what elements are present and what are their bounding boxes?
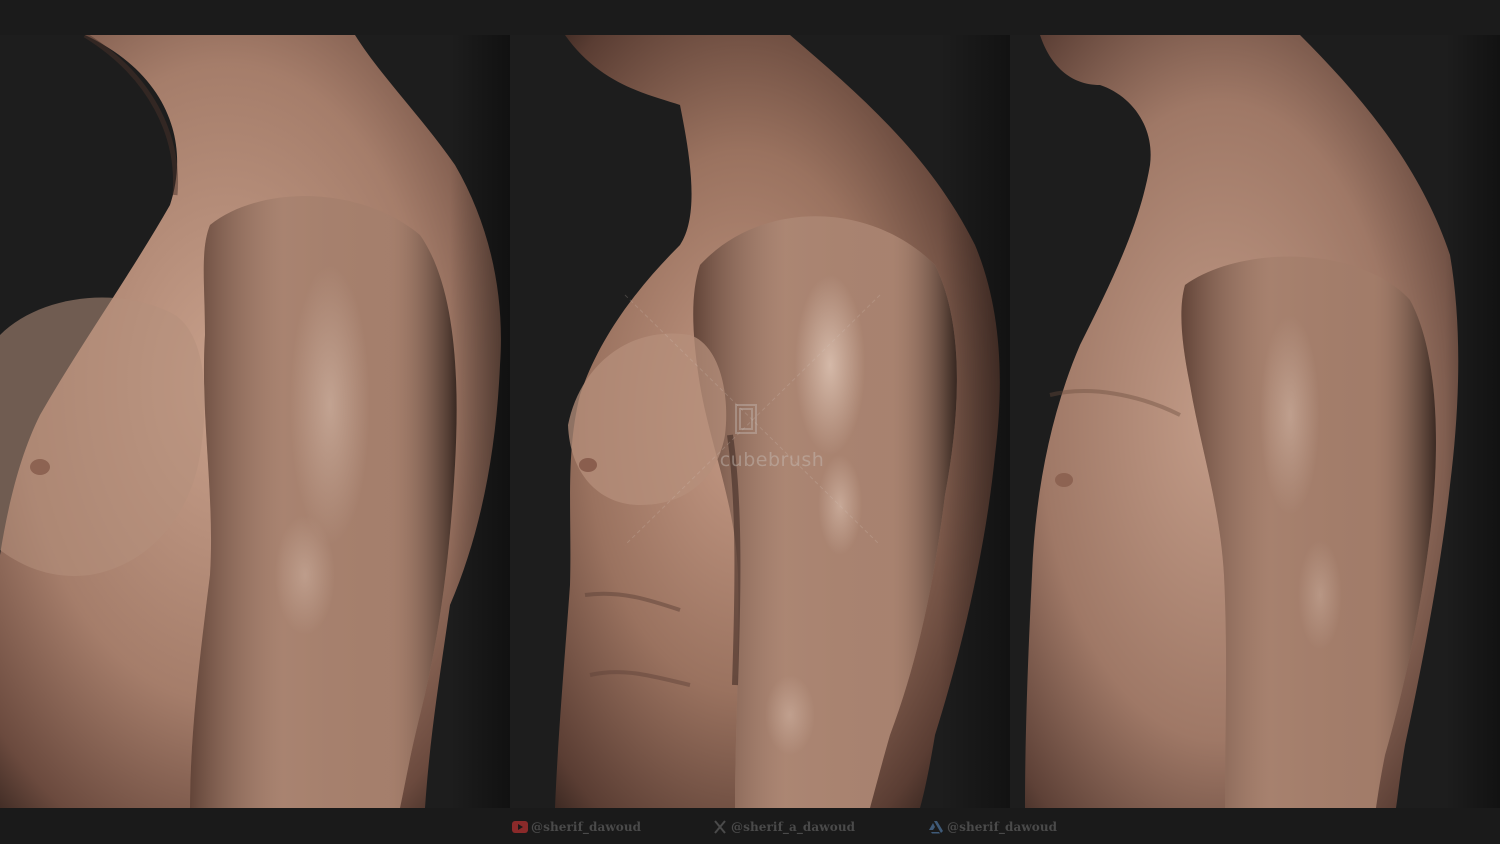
youtube-handle-text: @sherif_dawoud [531, 820, 642, 834]
top-letterbox-bar [0, 0, 1500, 35]
x-handle-text: @sherif_a_dawoud [731, 820, 856, 834]
artstation-icon [929, 821, 943, 834]
youtube-icon [512, 821, 528, 833]
artstation-handle-text: @sherif_dawoud [947, 820, 1058, 834]
render-stage [0, 35, 1500, 808]
torso-render-2 [555, 35, 1010, 808]
x-handle[interactable]: @sherif_a_dawoud [712, 818, 855, 836]
torso-render-3 [1025, 35, 1500, 808]
artstation-handle[interactable]: @sherif_dawoud [928, 818, 1057, 836]
torso-render-1 [0, 35, 510, 808]
footer-bar: @sherif_dawoud @sherif_a_dawoud @sherif_… [0, 808, 1500, 844]
torso-renders [0, 35, 1500, 808]
youtube-handle[interactable]: @sherif_dawoud [512, 818, 641, 836]
x-icon [714, 820, 726, 834]
